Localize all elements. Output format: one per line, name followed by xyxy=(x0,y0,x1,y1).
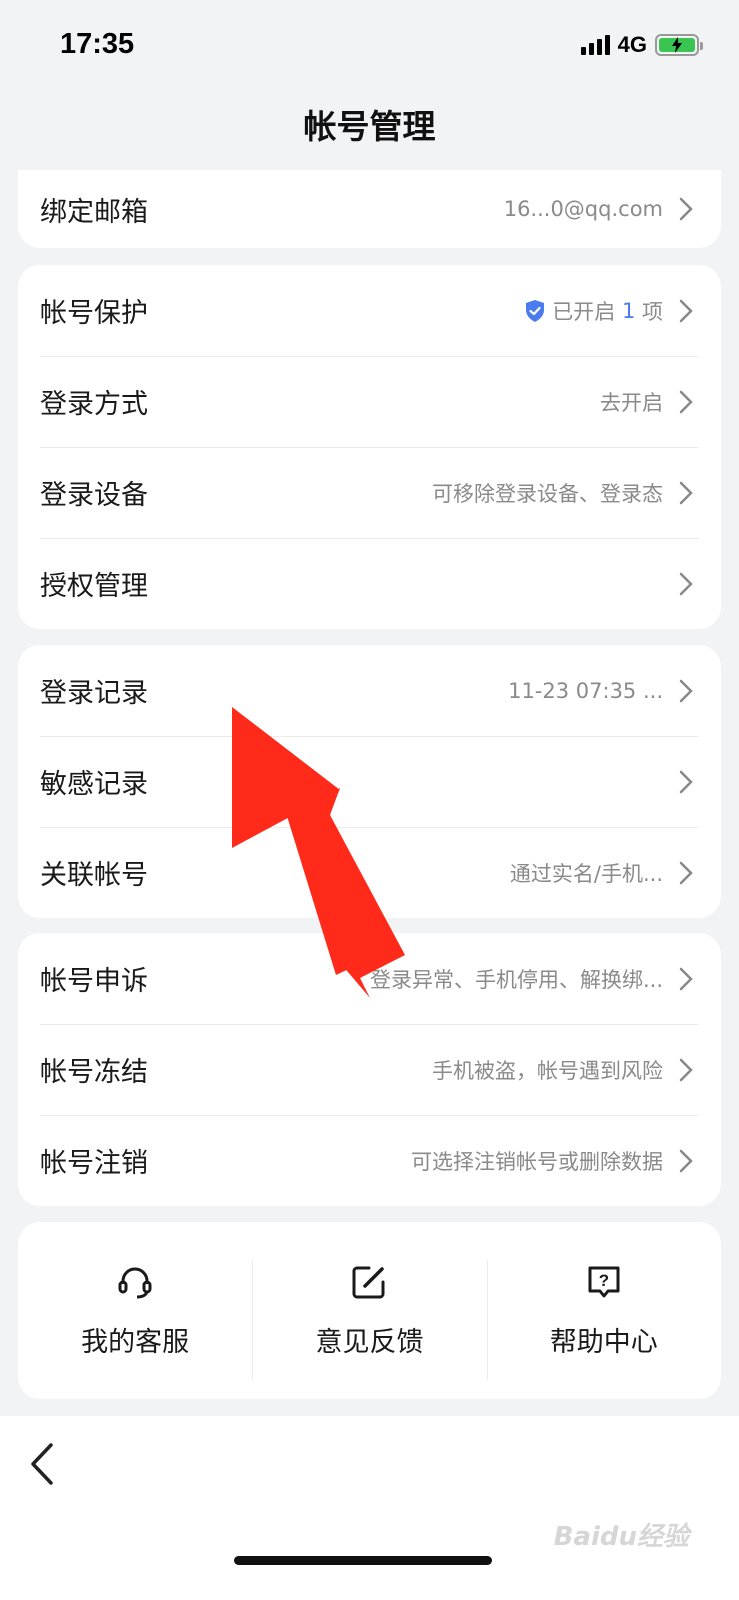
row-label: 帐号保护 xyxy=(40,298,148,329)
network-type: 4G xyxy=(617,32,647,57)
row-linked-accounts[interactable]: 关联帐号 通过实名/手机... xyxy=(18,827,721,918)
status-indicators: 4G xyxy=(580,32,703,58)
help-icon: ? xyxy=(588,1266,620,1298)
signal-icon xyxy=(580,35,610,55)
protection-prefix: 已开启 xyxy=(552,299,622,324)
row-value: 通过实名/手机... xyxy=(509,861,663,886)
tool-customer-service[interactable]: 我的客服 xyxy=(18,1222,252,1399)
home-indicator xyxy=(234,1556,492,1565)
row-label: 帐号申诉 xyxy=(40,966,148,997)
row-value: 可移除登录设备、登录态 xyxy=(432,481,663,506)
row-account-cancel[interactable]: 帐号注销 可选择注销帐号或删除数据 xyxy=(18,1115,721,1206)
chevron-right-icon xyxy=(673,571,699,597)
edit-icon xyxy=(352,1266,385,1299)
protection-suffix: 项 xyxy=(635,299,663,324)
chevron-left-icon xyxy=(31,1443,53,1485)
row-value: 登录异常、手机停用、解换绑... xyxy=(369,967,663,992)
back-button[interactable] xyxy=(22,1440,62,1488)
chevron-right-icon xyxy=(673,1057,699,1083)
row-label: 登录方式 xyxy=(40,389,148,420)
row-account-freeze[interactable]: 帐号冻结 手机被盗，帐号遇到风险 xyxy=(18,1024,721,1115)
row-login-records[interactable]: 登录记录 11-23 07:35 ... xyxy=(18,645,721,736)
chevron-right-icon xyxy=(673,480,699,506)
row-label: 授权管理 xyxy=(40,571,148,602)
tool-label: 意见反馈 xyxy=(315,1327,424,1358)
tool-feedback[interactable]: 意见反馈 xyxy=(252,1222,486,1399)
row-account-appeal[interactable]: 帐号申诉 登录异常、手机停用、解换绑... xyxy=(18,933,721,1024)
account-actions-card: 帐号申诉 登录异常、手机停用、解换绑... 帐号冻结 手机被盗，帐号遇到风险 帐… xyxy=(18,933,721,1206)
tool-label: 帮助中心 xyxy=(549,1327,658,1358)
row-value: 16...0@qq.com xyxy=(503,197,663,221)
chevron-right-icon xyxy=(673,860,699,886)
row-label: 关联帐号 xyxy=(40,860,148,891)
row-login-devices[interactable]: 登录设备 可移除登录设备、登录态 xyxy=(18,447,721,538)
protection-count: 1 xyxy=(621,298,636,323)
shield-icon xyxy=(526,299,545,322)
email-card: 绑定邮箱 16...0@qq.com xyxy=(18,170,721,248)
chevron-right-icon xyxy=(673,678,699,704)
chevron-right-icon xyxy=(673,769,699,795)
row-label: 绑定邮箱 xyxy=(40,196,148,228)
chevron-right-icon xyxy=(673,298,699,324)
chevron-right-icon xyxy=(673,196,699,222)
status-bar: 17:35 4G xyxy=(0,0,739,90)
status-time: 17:35 xyxy=(60,28,135,60)
tool-help-center[interactable]: ? 帮助中心 xyxy=(486,1222,721,1399)
row-authorization[interactable]: 授权管理 xyxy=(18,538,721,629)
tools-card: 我的客服 意见反馈 ? 帮助中心 xyxy=(18,1222,721,1399)
watermark-logo: Baidu经验 xyxy=(553,1522,689,1552)
page-title: 帐号管理 xyxy=(303,107,436,146)
row-bind-email[interactable]: 绑定邮箱 16...0@qq.com xyxy=(18,170,721,248)
row-sensitive-records[interactable]: 敏感记录 xyxy=(18,736,721,827)
row-value: 可选择注销帐号或删除数据 xyxy=(411,1149,663,1174)
chevron-right-icon xyxy=(673,389,699,415)
records-card: 登录记录 11-23 07:35 ... 敏感记录 关联帐号 通过实名/手机..… xyxy=(18,645,721,918)
chevron-right-icon xyxy=(673,966,699,992)
row-label: 敏感记录 xyxy=(40,769,148,800)
row-value: 11-23 07:35 ... xyxy=(508,678,663,703)
row-value: 手机被盗，帐号遇到风险 xyxy=(432,1058,663,1083)
protection-status: 已开启 1 项 xyxy=(524,296,663,326)
chevron-right-icon xyxy=(673,1148,699,1174)
battery-icon xyxy=(655,34,703,56)
row-value: 去开启 xyxy=(600,390,663,415)
row-label: 登录记录 xyxy=(40,678,148,709)
headset-icon xyxy=(118,1267,152,1299)
security-card: 帐号保护 已开启 1 项 登录方式 去开启 登录设备 可移除登录设备、登录态 授… xyxy=(18,265,721,629)
row-account-protection[interactable]: 帐号保护 已开启 1 项 xyxy=(18,265,721,356)
tool-label: 我的客服 xyxy=(81,1327,190,1358)
row-login-method[interactable]: 登录方式 去开启 xyxy=(18,356,721,447)
row-label: 登录设备 xyxy=(40,480,148,511)
bottom-bar: Baidu经验 xyxy=(0,1416,739,1600)
row-label: 帐号注销 xyxy=(40,1148,148,1179)
row-label: 帐号冻结 xyxy=(40,1057,148,1088)
svg-text:?: ? xyxy=(599,1271,609,1290)
